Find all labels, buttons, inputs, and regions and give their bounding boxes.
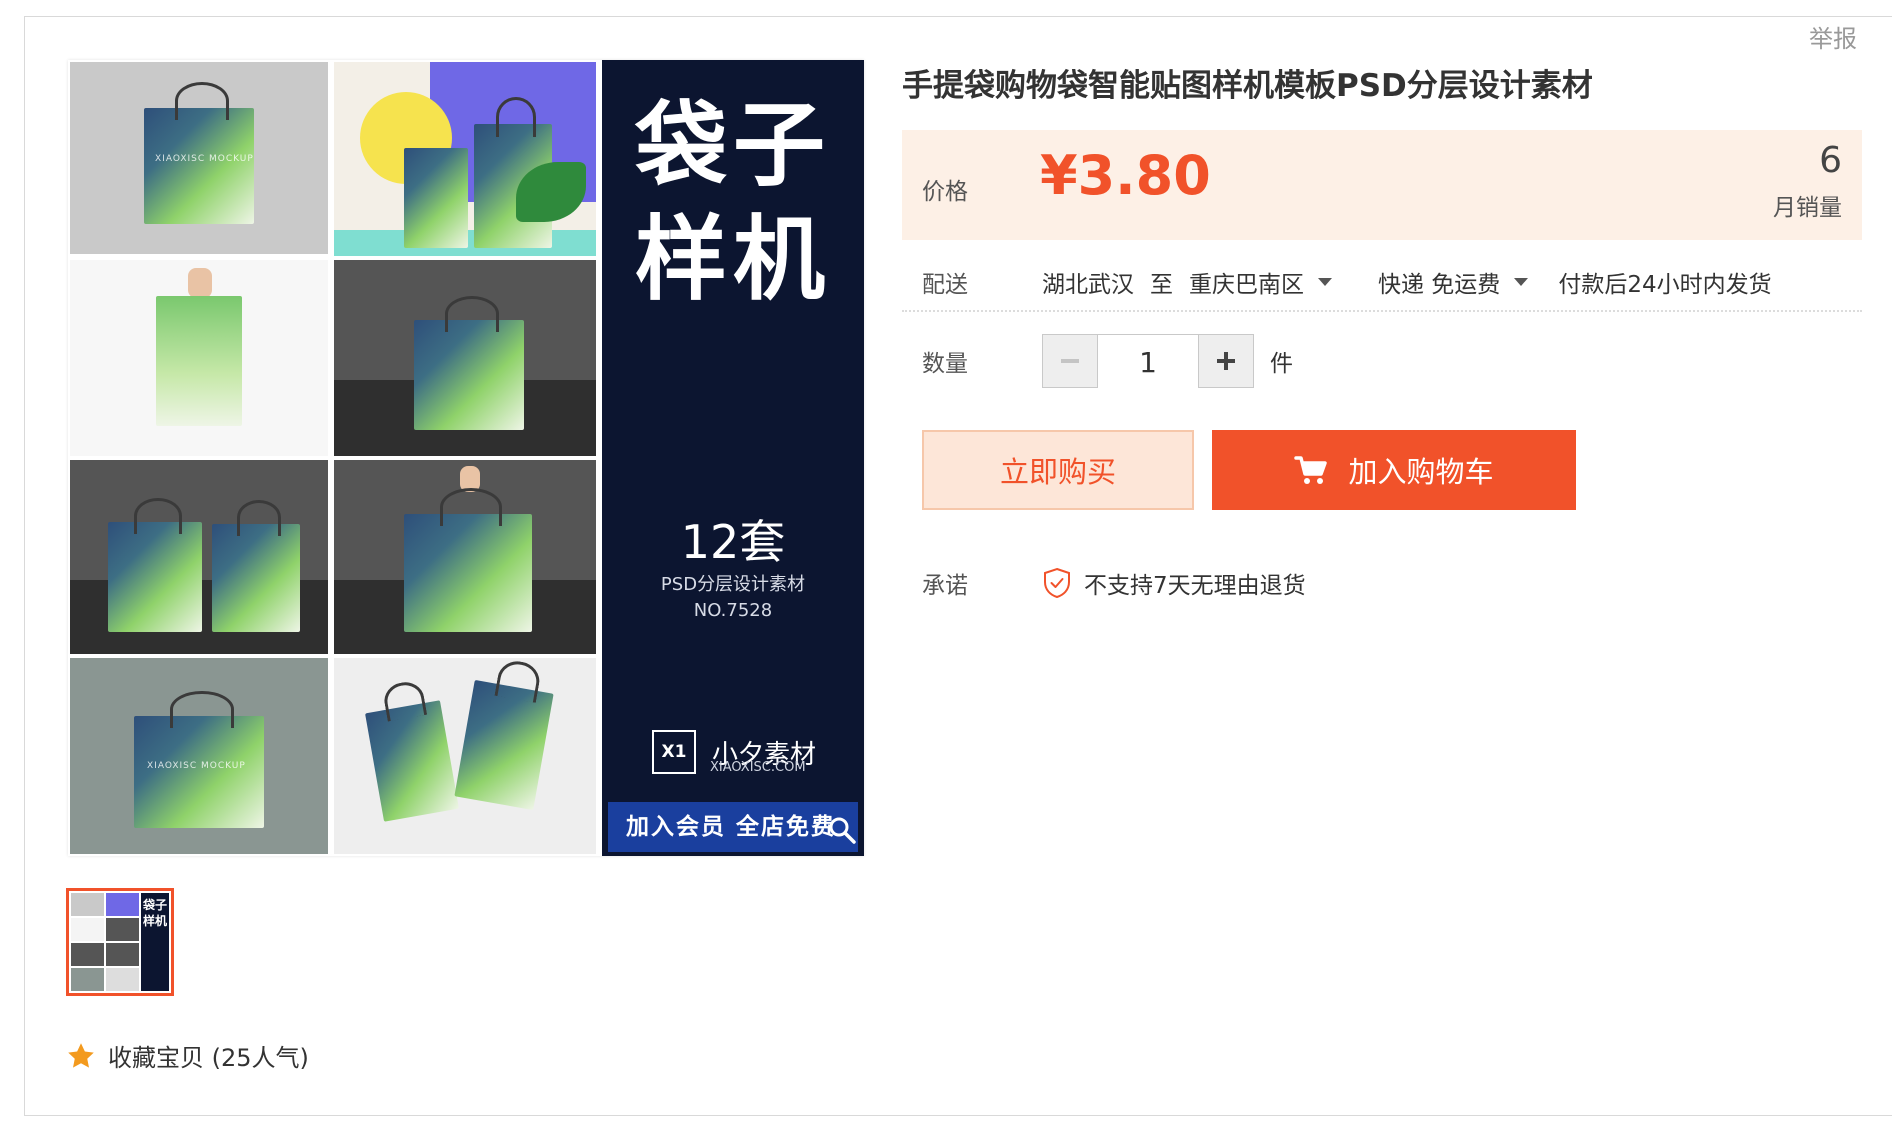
decrease-button[interactable] — [1043, 335, 1098, 387]
promise-text: 不支持7天无理由退货 — [1084, 573, 1306, 599]
banner-title-line2: 样机 — [634, 206, 831, 313]
image-tile — [334, 260, 596, 456]
monthly-sales-label: 月销量 — [1773, 195, 1842, 221]
price-panel: 价格 ¥3.80 6 月销量 — [902, 130, 1862, 240]
chevron-down-icon — [1514, 278, 1529, 286]
increase-button[interactable] — [1198, 335, 1253, 387]
bag-mockup — [365, 679, 459, 822]
promo-banner: 袋子 样机 12套 PSD分层设计素材 NO.7528 X1 小夕素材 XIAO… — [602, 60, 864, 856]
shipping-value: 快递 免运费 — [1378, 272, 1501, 298]
brand-mark: X1 — [652, 730, 696, 774]
zoom-icon[interactable] — [828, 816, 856, 844]
main-product-image[interactable]: XIAOXISC MOCKUP XIAOXISC MOCKUP 袋子 样机 12… — [68, 60, 864, 856]
image-tile: XIAOXISC MOCKUP — [70, 62, 328, 254]
banner-number: NO.7528 — [693, 600, 773, 621]
image-tile — [334, 658, 596, 854]
destination-select[interactable]: 重庆巴南区 — [1189, 265, 1332, 299]
shipping-select[interactable]: 快递 免运费 — [1378, 265, 1529, 299]
banner-title-line1: 袋子 — [634, 92, 831, 199]
price-value: ¥3.80 — [1040, 144, 1211, 207]
bag-mockup — [404, 488, 532, 632]
image-tile — [334, 62, 596, 256]
delivery-row: 配送 湖北武汉 至 重庆巴南区 快递 免运费 付款后24小时内发货 — [902, 254, 1862, 312]
buy-now-button[interactable]: 立即购买 — [922, 430, 1194, 510]
thumbnail-selected[interactable]: 袋子 样机 — [66, 888, 174, 996]
bag-mockup — [212, 500, 300, 632]
banner-sets: 12套 — [680, 515, 786, 569]
image-tile — [334, 460, 596, 654]
quantity-label: 数量 — [922, 351, 968, 377]
bag-mockup: XIAOXISC MOCKUP — [144, 82, 254, 224]
bag-mockup — [156, 296, 242, 426]
bag-mockup — [454, 658, 554, 811]
minus-icon — [1061, 359, 1079, 363]
quantity-stepper — [1042, 334, 1254, 389]
chevron-down-icon — [1318, 278, 1332, 286]
image-tile: XIAOXISC MOCKUP — [70, 658, 328, 854]
member-cta: 加入会员 全店免费 — [608, 802, 858, 852]
quantity-unit: 件 — [1270, 351, 1293, 377]
favorite-button[interactable]: 收藏宝贝 (25人气) — [66, 1038, 309, 1073]
quantity-input[interactable] — [1098, 335, 1198, 389]
plus-icon — [1217, 352, 1235, 370]
bag-mockup: XIAOXISC MOCKUP — [134, 691, 264, 828]
star-icon — [68, 1042, 94, 1068]
bag-mockup — [108, 497, 202, 632]
cart-icon — [1294, 456, 1328, 484]
quantity-row: 数量 件 — [902, 334, 1293, 389]
price-label: 价格 — [922, 179, 968, 205]
report-link[interactable]: 举报 — [1795, 19, 1871, 54]
bag-mockup — [404, 148, 468, 248]
add-to-cart-button[interactable]: 加入购物车 — [1212, 430, 1576, 510]
destination-value: 重庆巴南区 — [1189, 272, 1304, 298]
shield-check-icon — [1044, 567, 1070, 599]
image-tile — [70, 460, 328, 654]
brand-url: XIAOXISC.COM — [710, 760, 806, 775]
delivery-origin: 湖北武汉 — [1042, 272, 1134, 298]
product-title: 手提袋购物袋智能贴图样机模板PSD分层设计素材 — [902, 68, 1593, 104]
image-tile — [70, 260, 328, 456]
thumb-banner-line2: 样机 — [142, 914, 167, 928]
delivery-label: 配送 — [922, 272, 968, 298]
dispatch-time: 付款后24小时内发货 — [1558, 272, 1772, 298]
promise-label: 承诺 — [922, 573, 968, 599]
favorite-label: 收藏宝贝 (25人气) — [108, 1044, 309, 1072]
promise-row: 承诺 不支持7天无理由退货 — [902, 566, 1306, 600]
bag-mockup — [414, 295, 524, 430]
banner-subtitle: PSD分层设计素材 — [660, 574, 806, 595]
monthly-sales-count: 6 — [1819, 140, 1842, 181]
add-to-cart-label: 加入购物车 — [1348, 455, 1494, 489]
delivery-to-word: 至 — [1150, 272, 1173, 298]
thumb-banner-line1: 袋子 — [142, 898, 167, 912]
